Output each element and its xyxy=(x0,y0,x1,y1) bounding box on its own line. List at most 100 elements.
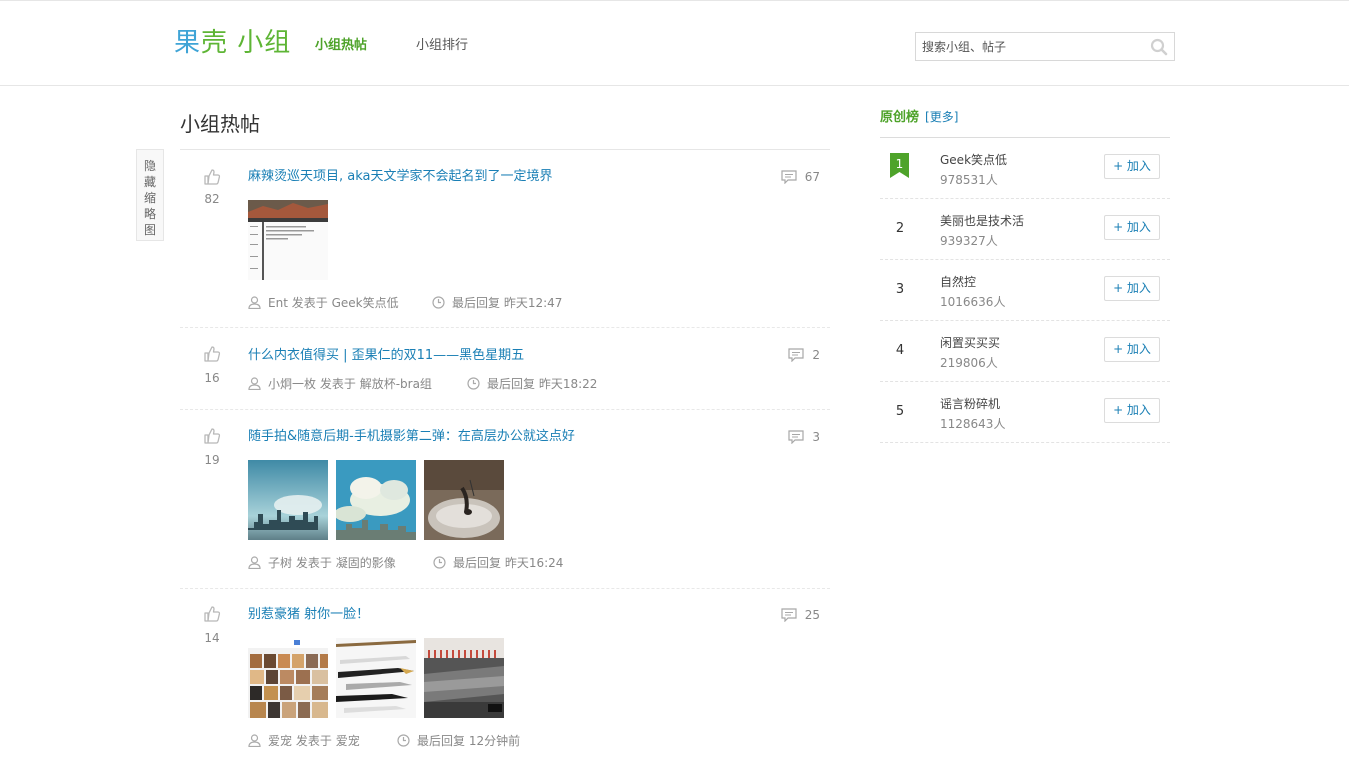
join-group-button[interactable]: + 加入 xyxy=(1104,215,1160,240)
comment-count-value: 67 xyxy=(804,170,820,184)
clock-icon xyxy=(432,296,445,309)
clock-icon xyxy=(467,377,480,390)
search-icon[interactable] xyxy=(1150,38,1168,56)
rank-number: 3 xyxy=(895,282,905,297)
post-group[interactable]: 解放杯-bra组 xyxy=(360,377,432,391)
nav-group-ranking[interactable]: 小组排行 xyxy=(416,38,468,54)
last-reply-time: 昨天12:47 xyxy=(503,296,563,310)
hide-thumbnails-label: 隐藏缩略图 xyxy=(143,159,156,237)
post-divider xyxy=(180,409,830,410)
insect-photo-thumbnail[interactable] xyxy=(424,460,504,540)
ranking-item: 5 谣言粉碎机 1128643人 + 加入 xyxy=(880,382,1170,443)
quills-photo-thumbnail[interactable] xyxy=(336,638,416,718)
rank-number: 4 xyxy=(895,343,905,358)
group-name[interactable]: 自然控 xyxy=(940,273,976,290)
rank-number-badge: 1 xyxy=(890,153,909,178)
ranking-item: 4 闲置买买买 219806人 + 加入 xyxy=(880,321,1170,382)
post-divider xyxy=(180,327,830,328)
group-name[interactable]: 谣言粉碎机 xyxy=(940,395,1000,412)
post-title[interactable]: 什么内衣值得买 | 歪果仁的双11——黑色星期五 xyxy=(248,347,524,365)
comment-count[interactable]: 67 xyxy=(781,169,820,185)
rank-number: 2 xyxy=(895,221,905,236)
thumbs-up-icon[interactable] xyxy=(203,168,221,186)
clock-icon xyxy=(397,734,410,747)
post-author[interactable]: Ent xyxy=(268,296,288,310)
group-members: 978531人 xyxy=(940,173,998,187)
post-author[interactable]: 爱宠 xyxy=(268,734,292,748)
page-title: 小组热帖 xyxy=(180,112,260,136)
group-members: 939327人 xyxy=(940,234,998,248)
comment-icon xyxy=(781,170,797,185)
join-group-button[interactable]: + 加入 xyxy=(1104,154,1160,179)
post-divider xyxy=(180,588,830,589)
user-icon xyxy=(248,296,261,310)
group-name[interactable]: Geek笑点低 xyxy=(940,151,1007,168)
ranking-more-link[interactable]: [更多] xyxy=(925,110,958,124)
comment-count[interactable]: 2 xyxy=(788,347,820,363)
logo-text-2: 壳 xyxy=(201,28,229,58)
posted-in-label: 发表于 xyxy=(295,734,332,748)
posted-in-label: 发表于 xyxy=(291,296,328,310)
last-reply-time: 12分钟前 xyxy=(468,734,521,748)
join-group-button[interactable]: + 加入 xyxy=(1104,398,1160,423)
comment-icon xyxy=(788,430,804,445)
title-divider xyxy=(180,149,830,150)
screenshot-thumbnail[interactable] xyxy=(248,200,328,280)
microscope-photo-thumbnail[interactable] xyxy=(424,638,504,718)
comment-icon xyxy=(788,348,804,363)
ranking-item: 3 自然控 1016636人 + 加入 xyxy=(880,260,1170,321)
vote-count: 16 xyxy=(204,371,220,385)
post-group[interactable]: 爱宠 xyxy=(336,734,360,748)
thumbs-up-icon[interactable] xyxy=(203,427,221,445)
group-name[interactable]: 闲置买买买 xyxy=(940,334,1000,351)
vote-count: 19 xyxy=(204,453,220,467)
nav-hot-posts[interactable]: 小组热帖 xyxy=(315,38,367,54)
logo-text-3: 小组 xyxy=(228,28,292,58)
logo-text-1: 果 xyxy=(174,28,202,58)
post-group[interactable]: Geek笑点低 xyxy=(332,296,399,310)
ranking-header: 原创榜 [更多] xyxy=(880,109,958,126)
rank-number: 1 xyxy=(895,157,904,171)
group-members: 219806人 xyxy=(940,356,998,370)
last-reply-label: 最后回复 xyxy=(452,296,501,310)
ranking-title[interactable]: 原创榜 xyxy=(880,110,919,125)
group-name[interactable]: 美丽也是技术活 xyxy=(940,212,1024,229)
search-input[interactable] xyxy=(916,33,1141,60)
pet-grid-photo-thumbnail[interactable] xyxy=(248,638,328,718)
ranking-item: 1 Geek笑点低 978531人 + 加入 xyxy=(880,138,1170,199)
last-reply-time: 昨天18:22 xyxy=(538,377,598,391)
ranking-item: 2 美丽也是技术活 939327人 + 加入 xyxy=(880,199,1170,260)
comment-count[interactable]: 3 xyxy=(788,429,820,445)
vote-count: 82 xyxy=(204,192,220,206)
sky-photo-thumbnail[interactable] xyxy=(248,460,328,540)
last-reply-time: 昨天16:24 xyxy=(504,556,564,570)
user-icon xyxy=(248,734,261,748)
post-author[interactable]: 小炯一枚 xyxy=(268,377,316,391)
guokr-logo[interactable]: 果壳 小组 xyxy=(174,25,291,61)
join-group-button[interactable]: + 加入 xyxy=(1104,276,1160,301)
posted-in-label: 发表于 xyxy=(295,556,332,570)
comment-count[interactable]: 25 xyxy=(781,607,820,623)
post-author[interactable]: 子树 xyxy=(268,556,292,570)
post-title[interactable]: 麻辣烫巡天项目, aka天文学家不会起名到了一定境界 xyxy=(248,168,553,186)
comment-count-value: 25 xyxy=(804,608,820,622)
thumbs-up-icon[interactable] xyxy=(203,345,221,363)
last-reply-label: 最后回复 xyxy=(417,734,466,748)
group-members: 1128643人 xyxy=(940,417,1006,431)
post-title[interactable]: 随手拍&随意后期-手机摄影第二弹：在高层办公就这点好 xyxy=(248,428,575,446)
rank-number: 5 xyxy=(895,404,905,419)
site-header: 果壳 小组 小组热帖 小组排行 xyxy=(0,0,1349,86)
user-icon xyxy=(248,556,261,570)
last-reply-label: 最后回复 xyxy=(453,556,502,570)
thumbs-up-icon[interactable] xyxy=(203,605,221,623)
cloud-photo-thumbnail[interactable] xyxy=(336,460,416,540)
clock-icon xyxy=(433,556,446,569)
hide-thumbnails-toggle[interactable]: 隐藏缩略图 xyxy=(136,149,164,241)
post-group[interactable]: 凝固的影像 xyxy=(336,556,396,570)
comment-icon xyxy=(781,608,797,623)
comment-count-value: 3 xyxy=(812,430,820,444)
search-box xyxy=(915,32,1175,61)
post-title[interactable]: 别惹豪猪 射你一脸！ xyxy=(248,606,369,624)
join-group-button[interactable]: + 加入 xyxy=(1104,337,1160,362)
posted-in-label: 发表于 xyxy=(319,377,356,391)
